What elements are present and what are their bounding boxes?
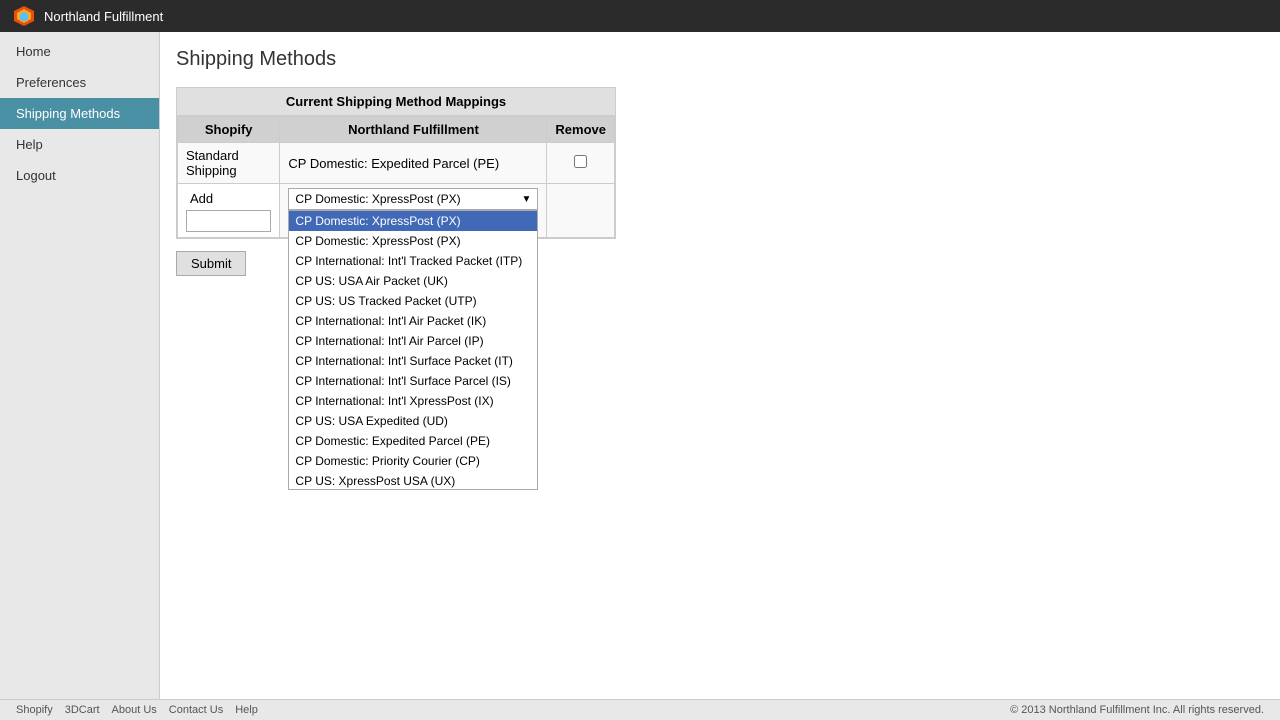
footer-link-about[interactable]: About Us bbox=[112, 704, 157, 716]
dropdown-option[interactable]: CP International: Int'l Tracked Packet (… bbox=[289, 251, 537, 271]
topbar: Northland Fulfillment bbox=[0, 0, 1280, 32]
sidebar-item-help[interactable]: Help bbox=[0, 129, 159, 160]
logo-icon bbox=[12, 4, 36, 28]
submit-button[interactable]: Submit bbox=[176, 251, 246, 276]
dropdown-selected-label: CP Domestic: XpressPost (PX) bbox=[295, 192, 460, 206]
dropdown-option[interactable]: CP Domestic: Priority Courier (CP) bbox=[289, 451, 537, 471]
sidebar-item-home[interactable]: Home bbox=[0, 36, 159, 67]
dropdown-option[interactable]: CP International: Int'l Surface Packet (… bbox=[289, 351, 537, 371]
existing-northland-value: CP Domestic: Expedited Parcel (PE) bbox=[280, 143, 547, 184]
remove-checkbox[interactable] bbox=[574, 155, 587, 168]
footer-link-help[interactable]: Help bbox=[235, 704, 258, 716]
table-row: Standard Shipping CP Domestic: Expedited… bbox=[178, 143, 615, 184]
existing-remove-cell bbox=[547, 143, 615, 184]
sidebar: Home Preferences Shipping Methods Help L… bbox=[0, 32, 160, 699]
footer-link-contact[interactable]: Contact Us bbox=[169, 704, 223, 716]
dropdown-option[interactable]: CP US: XpressPost USA (UX) bbox=[289, 471, 537, 490]
shipping-table: Shopify Northland Fulfillment Remove Sta… bbox=[177, 116, 615, 238]
content-area: Shipping Methods Current Shipping Method… bbox=[160, 32, 1280, 699]
dropdown-option[interactable]: CP Domestic: XpressPost (PX) bbox=[289, 211, 537, 231]
col-shopify: Shopify bbox=[178, 117, 280, 143]
dropdown-option[interactable]: CP Domestic: Expedited Parcel (PE) bbox=[289, 431, 537, 451]
sidebar-item-logout[interactable]: Logout bbox=[0, 160, 159, 191]
add-shopify-input[interactable] bbox=[186, 210, 271, 232]
col-northland: Northland Fulfillment bbox=[280, 117, 547, 143]
footer: Shopify 3DCart About Us Contact Us Help … bbox=[0, 699, 1280, 720]
dropdown-option[interactable]: CP International: Int'l Surface Parcel (… bbox=[289, 371, 537, 391]
page-title: Shipping Methods bbox=[176, 48, 1264, 71]
dropdown-option[interactable]: CP Domestic: XpressPost (PX) bbox=[289, 231, 537, 251]
app-title: Northland Fulfillment bbox=[44, 9, 163, 24]
footer-link-3dcart[interactable]: 3DCart bbox=[65, 704, 100, 716]
sidebar-item-preferences[interactable]: Preferences bbox=[0, 67, 159, 98]
sidebar-item-shipping-methods[interactable]: Shipping Methods bbox=[0, 98, 159, 129]
existing-shopify-value: Standard Shipping bbox=[178, 143, 280, 184]
add-remove-cell bbox=[547, 184, 615, 238]
add-label: Add bbox=[186, 189, 271, 208]
main-layout: Home Preferences Shipping Methods Help L… bbox=[0, 32, 1280, 699]
dropdown-selected[interactable]: CP Domestic: XpressPost (PX) bbox=[288, 188, 538, 210]
dropdown-option[interactable]: CP US: US Tracked Packet (UTP) bbox=[289, 291, 537, 311]
panel-header: Current Shipping Method Mappings bbox=[177, 88, 615, 116]
dropdown-list[interactable]: CP Domestic: XpressPost (PX)CP Domestic:… bbox=[288, 210, 538, 490]
add-northland-cell: CP Domestic: XpressPost (PX) CP Domestic… bbox=[280, 184, 547, 238]
footer-copyright: © 2013 Northland Fulfillment Inc. All ri… bbox=[1010, 704, 1264, 716]
add-shopify-cell: Add bbox=[178, 184, 280, 238]
dropdown-option[interactable]: CP International: Int'l XpressPost (IX) bbox=[289, 391, 537, 411]
dropdown-option[interactable]: CP International: Int'l Air Packet (IK) bbox=[289, 311, 537, 331]
dropdown-option[interactable]: CP International: Int'l Air Parcel (IP) bbox=[289, 331, 537, 351]
shipping-panel: Current Shipping Method Mappings Shopify… bbox=[176, 87, 616, 239]
footer-link-shopify[interactable]: Shopify bbox=[16, 704, 53, 716]
dropdown-option[interactable]: CP US: USA Air Packet (UK) bbox=[289, 271, 537, 291]
add-row: Add CP Domestic: XpressPost (PX) CP Dome… bbox=[178, 184, 615, 238]
dropdown-option[interactable]: CP US: USA Expedited (UD) bbox=[289, 411, 537, 431]
dropdown-container: CP Domestic: XpressPost (PX) CP Domestic… bbox=[288, 188, 538, 210]
col-remove: Remove bbox=[547, 117, 615, 143]
